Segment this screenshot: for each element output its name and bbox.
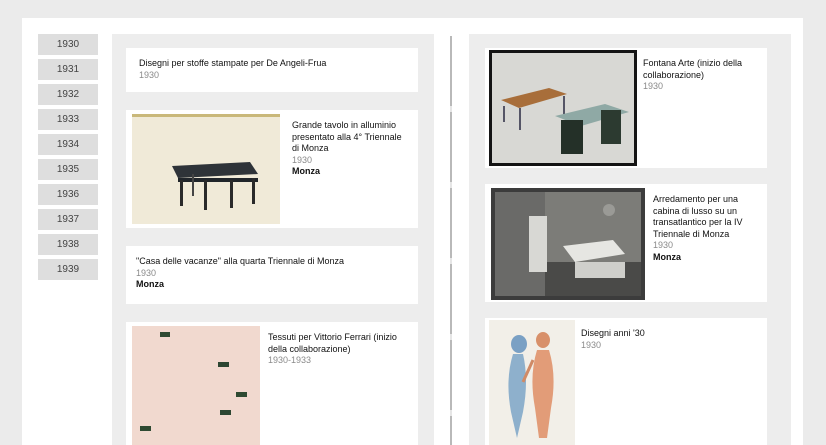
timeline-card[interactable]: Disegni per stoffe stampate per De Angel…	[126, 48, 418, 92]
card-place: Monza	[653, 251, 681, 262]
timeline-card[interactable]: Arredamento per una cabina di lusso su u…	[485, 184, 767, 302]
card-title: Arredamento per una cabina di lusso su u…	[653, 194, 743, 239]
year-1936[interactable]: 1936	[38, 184, 98, 205]
year-1934[interactable]: 1934	[38, 134, 98, 155]
card-date: 1930	[653, 240, 674, 250]
timeline-column-left: Disegni per stoffe stampate per De Angel…	[112, 34, 434, 445]
card-title: "Casa delle vacanze" alla quarta Trienna…	[136, 256, 345, 266]
card-date: 1930-1933	[268, 355, 312, 365]
furniture-photo	[489, 50, 637, 166]
card-date: 1930	[643, 81, 664, 91]
year-1933[interactable]: 1933	[38, 109, 98, 130]
timeline-card[interactable]: Fontana Arte (inizio della collaborazion…	[485, 48, 767, 168]
column-divider	[450, 36, 452, 445]
timeline-page: 1930 1931 1932 1933 1934 1935 1936 1937 …	[22, 18, 803, 445]
timeline-card[interactable]: Grande tavolo in alluminio presentato al…	[126, 110, 418, 228]
fabric-photo	[132, 326, 260, 445]
card-title: Tessuti per Vittorio Ferrari (inizio del…	[268, 332, 397, 354]
card-date: 1930	[136, 267, 157, 278]
year-1935[interactable]: 1935	[38, 159, 98, 180]
drawing-photo	[489, 320, 575, 445]
card-title: Disegni anni '30	[581, 328, 645, 338]
card-title: Grande tavolo in alluminio presentato al…	[292, 120, 402, 153]
year-1937[interactable]: 1937	[38, 209, 98, 230]
timeline-column-right: Fontana Arte (inizio della collaborazion…	[469, 34, 791, 445]
year-1938[interactable]: 1938	[38, 234, 98, 255]
year-1932[interactable]: 1932	[38, 84, 98, 105]
card-place: Monza	[292, 166, 320, 176]
year-1939[interactable]: 1939	[38, 259, 98, 280]
table-photo	[132, 114, 280, 224]
card-title: Disegni per stoffe stampate per De Angel…	[139, 58, 327, 68]
card-date: 1930	[581, 339, 602, 350]
card-place: Monza	[136, 279, 164, 289]
cabin-photo	[491, 188, 645, 300]
year-1930[interactable]: 1930	[38, 34, 98, 55]
card-date: 1930	[292, 154, 313, 165]
year-sidebar: 1930 1931 1932 1933 1934 1935 1936 1937 …	[38, 34, 98, 284]
timeline-card[interactable]: "Casa delle vacanze" alla quarta Trienna…	[126, 246, 418, 304]
timeline-card[interactable]: Disegni anni '30 1930	[485, 318, 767, 445]
year-1931[interactable]: 1931	[38, 59, 98, 80]
timeline-card[interactable]: Tessuti per Vittorio Ferrari (inizio del…	[126, 322, 418, 445]
card-date: 1930	[139, 69, 160, 80]
card-title: Fontana Arte (inizio della collaborazion…	[643, 58, 743, 80]
